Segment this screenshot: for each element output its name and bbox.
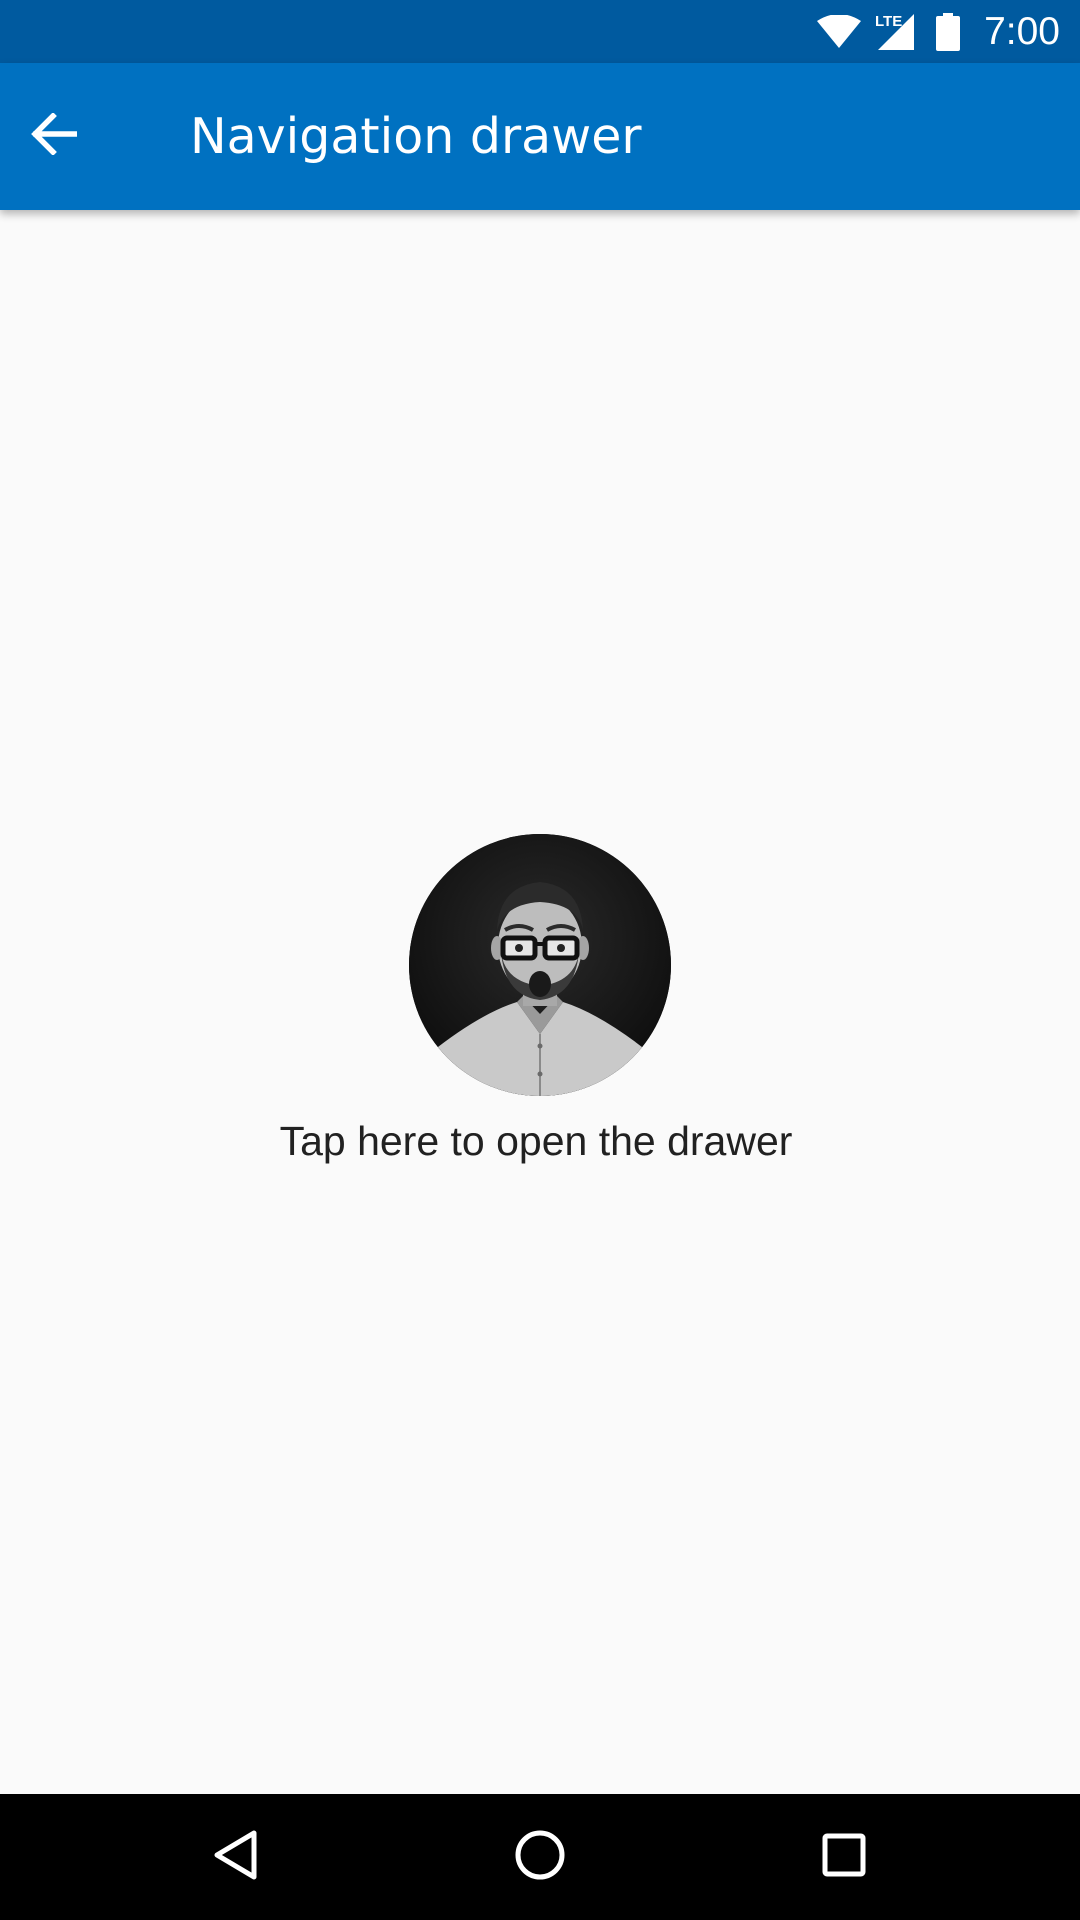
status-time: 7:00 bbox=[984, 10, 1060, 53]
nav-home-button[interactable] bbox=[500, 1817, 580, 1897]
main-content: Tap here to open the drawer bbox=[0, 210, 1080, 1794]
status-icons: LTE 7:00 bbox=[816, 0, 1060, 63]
lte-label: LTE bbox=[875, 13, 902, 30]
app-bar: Navigation drawer bbox=[0, 63, 1080, 210]
nav-back-icon bbox=[212, 1829, 260, 1886]
wifi-icon bbox=[816, 14, 862, 49]
avatar[interactable] bbox=[409, 834, 671, 1096]
nav-recents-button[interactable] bbox=[804, 1817, 884, 1897]
page-title: Navigation drawer bbox=[190, 108, 642, 165]
nav-back-button[interactable] bbox=[196, 1817, 276, 1897]
arrow-back-icon bbox=[31, 111, 78, 160]
open-drawer-trigger[interactable]: Tap here to open the drawer bbox=[0, 834, 1080, 1394]
profile-photo bbox=[409, 834, 671, 1096]
screen: LTE 7:00 Navigation drawer Tap here to o… bbox=[0, 0, 1080, 1920]
back-button[interactable] bbox=[22, 104, 86, 168]
battery-icon bbox=[936, 12, 961, 51]
open-drawer-label[interactable]: Tap here to open the drawer bbox=[0, 1118, 1072, 1165]
status-bar: LTE 7:00 bbox=[0, 0, 1080, 63]
system-nav-bar bbox=[0, 1794, 1080, 1920]
nav-home-icon bbox=[514, 1829, 566, 1886]
lte-signal-icon: LTE bbox=[874, 12, 916, 52]
nav-recents-icon bbox=[821, 1832, 867, 1883]
